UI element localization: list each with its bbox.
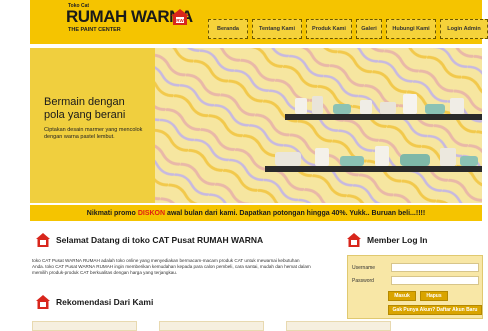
house-icon (36, 295, 50, 309)
hero-desc-line-1: Ciptakan desain marmer yang mencolok (44, 127, 143, 133)
login-title: Member Log In (367, 235, 428, 245)
logo-house-icon: RW (171, 9, 189, 25)
svg-text:RW: RW (176, 18, 184, 23)
login-heading: Member Log In (347, 233, 427, 247)
hero-desc-line-2: dengan warna pastel lembut. (44, 134, 115, 140)
nav-tentang-kami[interactable]: Tentang Kami (252, 19, 302, 39)
nav-hubungi-kami[interactable]: Hubungi Kami (386, 19, 436, 39)
recommend-title: Rekomendasi Dari Kami (56, 297, 154, 307)
nav-galeri[interactable]: Galeri (356, 19, 382, 39)
recommend-cards (32, 321, 391, 331)
site-header: Toko Cat RUMAH WARNA THE PAINT CENTER RW… (30, 0, 488, 44)
hero-title-line-1: Bermain dengan (44, 96, 125, 108)
welcome-body: toko CAT Pusat WARNA RUMAH adalah toko o… (32, 258, 311, 275)
promo-text-after: awal bulan dari kami. Dapatkan potongan … (167, 209, 426, 217)
welcome-heading: Selamat Datang di toko CAT Pusat RUMAH W… (36, 233, 263, 247)
hero-title: Bermain dengan pola yang berani (44, 96, 125, 122)
login-button[interactable]: Masuk (388, 291, 416, 301)
house-icon (347, 233, 361, 247)
hero-title-line-2: pola yang berani (44, 109, 126, 121)
login-form: Username Password Masuk Hapus Gak Punya … (347, 255, 483, 319)
hero-text-panel: Bermain dengan pola yang berani Ciptakan… (30, 48, 155, 203)
logo-subtitle: THE PAINT CENTER (68, 27, 121, 33)
promo-text-before: Nikmati promo (86, 209, 136, 217)
hero-shelf-photo (155, 48, 482, 203)
register-button[interactable]: Gak Punya Akun? Daftar Akun Baru (388, 305, 482, 315)
nav-login-admin[interactable]: Login Admin (440, 19, 488, 39)
promo-banner: Nikmati promo DISKON awal bulan dari kam… (30, 205, 482, 221)
product-card[interactable] (159, 321, 264, 331)
welcome-title: Selamat Datang di toko CAT Pusat RUMAH W… (56, 235, 264, 245)
product-card[interactable] (32, 321, 137, 331)
username-label: Username (352, 265, 376, 271)
username-input[interactable] (391, 263, 479, 272)
promo-highlight: DISKON (137, 209, 166, 217)
hero-banner: Bermain dengan pola yang berani Ciptakan… (30, 48, 482, 203)
nav-produk-kami[interactable]: Produk Kami (306, 19, 352, 39)
password-label: Password (352, 278, 374, 284)
main-nav: Beranda Tentang Kami Produk Kami Galeri … (208, 19, 488, 39)
product-card[interactable] (286, 321, 391, 331)
house-icon (36, 233, 50, 247)
nav-beranda[interactable]: Beranda (208, 19, 248, 39)
recommend-heading: Rekomendasi Dari Kami (36, 295, 153, 309)
reset-button[interactable]: Hapus (420, 291, 448, 301)
hero-description: Ciptakan desain marmer yang mencolok den… (44, 127, 144, 141)
password-input[interactable] (391, 276, 479, 285)
